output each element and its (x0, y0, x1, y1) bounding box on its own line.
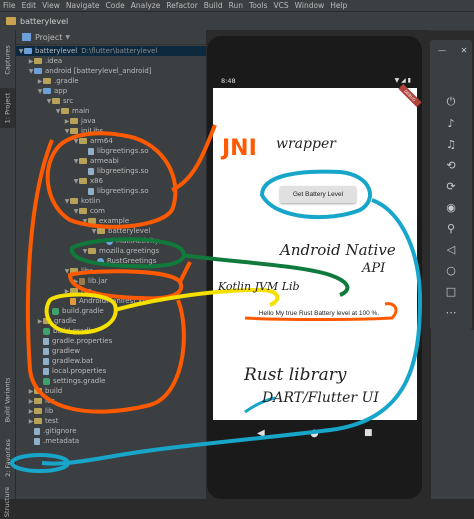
cyan-button-loop (259, 169, 372, 220)
wrapper-label: wrapper (276, 136, 337, 152)
rust-library-label: Rust library (243, 365, 347, 385)
yellow-connector (114, 287, 280, 312)
orange-jni-loop (45, 131, 178, 229)
orange-message-connector (244, 302, 398, 321)
android-native-label: Android Native (278, 241, 396, 259)
orange-arrow (178, 261, 192, 283)
jni-label: JNI (220, 136, 257, 161)
green-loop (70, 237, 186, 269)
dart-flutter-label: DART/Flutter UI (261, 390, 379, 406)
api-label: API (361, 261, 386, 276)
kotlin-jvm-label: Kotlin JVM Lib (217, 280, 300, 293)
ink-annotations: JNI wrapper Android Native API Kotlin JV… (10, 124, 423, 473)
yellow-loop (44, 292, 118, 335)
orange-connector (171, 124, 217, 192)
